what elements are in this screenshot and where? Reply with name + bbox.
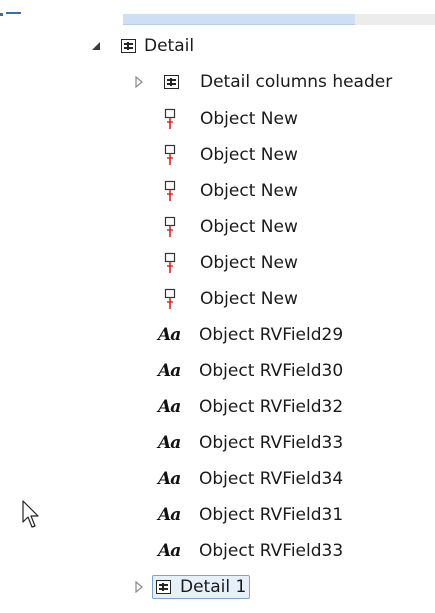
- tree-item-label: Object New: [200, 289, 298, 309]
- tree-item-text-field[interactable]: Aa Object RVField29: [158, 322, 343, 348]
- object-connector-icon: [164, 288, 176, 309]
- object-connector-icon: [164, 108, 176, 129]
- tree-item-text-field[interactable]: Aa Object RVField32: [158, 394, 343, 420]
- tree-item-object-new[interactable]: Object New: [163, 250, 298, 276]
- text-field-icon: Aa: [158, 541, 181, 561]
- tree-item-text-field[interactable]: Aa Object RVField33: [158, 430, 343, 456]
- tree-item-object-new[interactable]: Object New: [163, 106, 298, 132]
- text-field-icon: Aa: [158, 397, 181, 417]
- text-field-icon: Aa: [158, 505, 181, 525]
- collapsed-tree-line-icon: [0, 9, 22, 16]
- band-grid-icon: [156, 580, 171, 594]
- tree-item-label: Object RVField34: [199, 469, 344, 489]
- horizontal-scrollbar[interactable]: [123, 14, 435, 25]
- tree-item-label: Object RVField30: [199, 361, 344, 381]
- object-connector-icon: [164, 216, 176, 237]
- tree-item-label: Detail: [144, 36, 195, 56]
- tree-item-label: Object New: [200, 253, 298, 273]
- band-grid-icon: [121, 39, 136, 53]
- text-field-icon: Aa: [158, 361, 181, 381]
- tree-item-object-new[interactable]: Object New: [163, 286, 298, 312]
- tree-item-text-field[interactable]: Aa Object RVField31: [158, 502, 343, 528]
- text-field-icon: Aa: [158, 325, 181, 345]
- tree-item-object-new[interactable]: Object New: [163, 178, 298, 204]
- mouse-pointer-icon: [22, 500, 39, 528]
- tree-item-label: Object RVField33: [199, 433, 344, 453]
- triangle-collapsed-icon[interactable]: [133, 581, 145, 593]
- object-connector-icon: [164, 252, 176, 273]
- tree-item-text-field[interactable]: Aa Object RVField30: [158, 358, 343, 384]
- tree-item-object-new[interactable]: Object New: [163, 142, 298, 168]
- object-connector-icon: [164, 144, 176, 165]
- band-grid-icon: [164, 75, 179, 89]
- tree-item-label: Object New: [200, 109, 298, 129]
- text-field-icon: Aa: [158, 469, 181, 489]
- selected-item-highlight[interactable]: Detail 1: [152, 575, 251, 599]
- tree-item-label: Object RVField33: [199, 541, 344, 561]
- object-connector-icon: [164, 180, 176, 201]
- triangle-collapsed-icon[interactable]: [133, 76, 145, 88]
- tree-item-detail-columns-header[interactable]: Detail columns header: [133, 69, 435, 95]
- tree-item-text-field[interactable]: Aa Object RVField33: [158, 538, 343, 564]
- tree-item-text-field[interactable]: Aa Object RVField34: [158, 466, 343, 492]
- triangle-expanded-icon[interactable]: [90, 40, 102, 52]
- tree-item-label: Object RVField32: [199, 397, 344, 417]
- tree-item-label: Object New: [200, 181, 298, 201]
- text-field-icon: Aa: [158, 433, 181, 453]
- tree-item-label: Object New: [200, 217, 298, 237]
- tree-item-object-new[interactable]: Object New: [163, 214, 298, 240]
- tree-item-label: Detail columns header: [200, 72, 393, 92]
- scrollbar-thumb[interactable]: [123, 14, 355, 25]
- tree-item-label: Object RVField31: [199, 505, 344, 525]
- tree-item-label: Object RVField29: [199, 325, 344, 345]
- tree-item-label: Object New: [200, 145, 298, 165]
- tree-item-label: Detail 1: [180, 577, 247, 597]
